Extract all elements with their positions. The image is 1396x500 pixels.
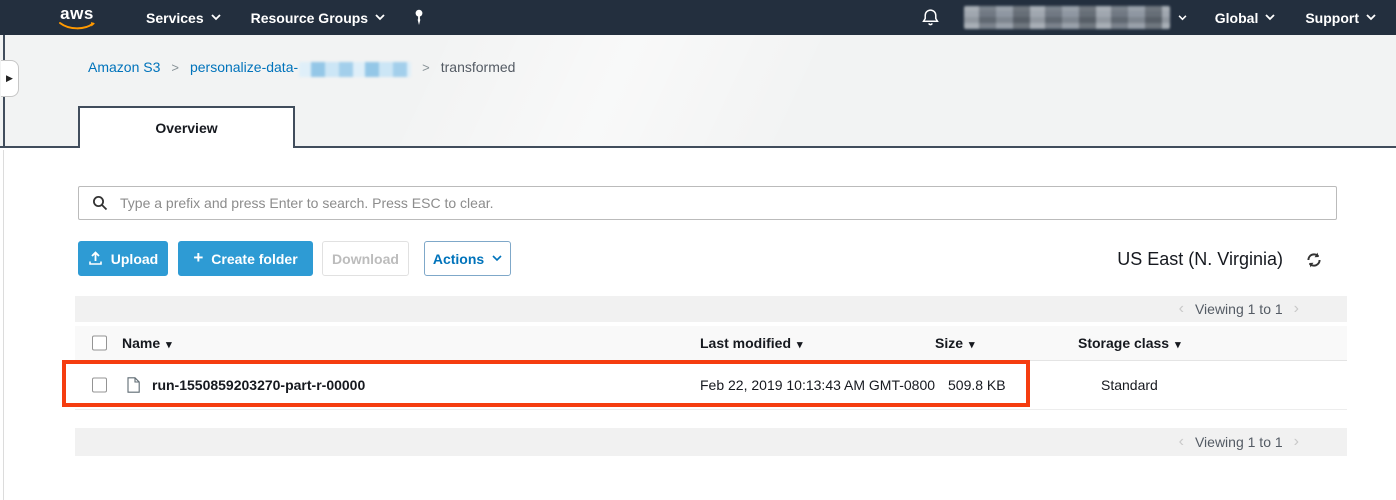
table-row: run-1550859203270-part-r-00000 Feb 22, 2… <box>75 362 1347 407</box>
pagination-top: ‹ Viewing 1 to 1 › <box>75 296 1347 322</box>
sidebar-expand-button[interactable]: ▶ <box>1 60 19 97</box>
actions-dropdown-button[interactable]: Actions <box>424 241 511 276</box>
sort-caret-icon: ▾ <box>797 339 803 351</box>
sort-caret-icon: ▾ <box>166 339 172 351</box>
chevron-down-icon <box>492 255 502 262</box>
object-storage-class: Standard <box>1101 377 1158 393</box>
prefix-search-box <box>78 186 1337 220</box>
chevron-down-icon <box>211 14 221 21</box>
page-header-zone: Amazon S3 > personalize-data- > transfor… <box>0 35 1396 148</box>
aws-logo-text: aws <box>60 6 94 21</box>
breadcrumb-separator: > <box>171 60 179 75</box>
chevron-down-icon <box>375 14 385 21</box>
breadcrumb-bucket[interactable]: personalize-data- <box>190 59 411 75</box>
column-header-last-modified[interactable]: Last modified▾ <box>700 335 803 351</box>
region-label: US East (N. Virginia) <box>1000 249 1283 270</box>
chevron-down-icon <box>1366 14 1376 21</box>
search-input[interactable] <box>120 195 1336 211</box>
search-icon <box>92 195 108 211</box>
nav-resource-groups[interactable]: Resource Groups <box>251 10 385 26</box>
nav-services[interactable]: Services <box>146 10 221 26</box>
bucket-name-redacted <box>299 62 411 77</box>
chevron-down-icon <box>1178 15 1187 21</box>
chevron-down-icon <box>1265 14 1275 21</box>
sort-caret-icon: ▾ <box>969 339 975 351</box>
next-page-chevron[interactable]: › <box>1294 434 1299 450</box>
table-header-row: Name▾ Last modified▾ Size▾ Storage class… <box>75 326 1347 361</box>
column-header-size[interactable]: Size▾ <box>935 335 975 351</box>
top-nav-bar: aws Services Resource Groups <box>0 0 1396 35</box>
column-header-name[interactable]: Name▾ <box>122 335 172 351</box>
file-icon <box>127 377 140 393</box>
refresh-icon <box>1305 251 1323 269</box>
create-folder-button[interactable]: + Create folder <box>178 241 313 276</box>
object-name-link[interactable]: run-1550859203270-part-r-00000 <box>152 377 365 393</box>
next-page-chevron[interactable]: › <box>1294 301 1299 317</box>
upload-button[interactable]: Upload <box>78 241 168 276</box>
aws-logo[interactable]: aws <box>58 6 96 30</box>
object-last-modified: Feb 22, 2019 10:13:43 AM GMT-0800 <box>700 377 935 393</box>
s3-console-page: aws Services Resource Groups <box>0 0 1396 500</box>
pagination-bottom: ‹ Viewing 1 to 1 › <box>75 428 1347 456</box>
breadcrumb-separator: > <box>422 60 430 75</box>
refresh-button[interactable] <box>1305 251 1323 274</box>
nav-region-global[interactable]: Global <box>1215 10 1276 26</box>
tab-overview[interactable]: Overview <box>78 106 295 148</box>
nav-support[interactable]: Support <box>1305 10 1376 26</box>
column-header-storage-class[interactable]: Storage class▾ <box>1078 335 1181 351</box>
breadcrumb-amazon-s3[interactable]: Amazon S3 <box>88 59 160 75</box>
row-divider <box>75 409 1347 410</box>
left-panel-divider <box>3 150 4 500</box>
bell-icon <box>921 8 940 27</box>
pin-icon <box>412 9 426 26</box>
download-button[interactable]: Download <box>322 241 409 276</box>
prev-page-chevron[interactable]: ‹ <box>1179 434 1184 450</box>
upload-icon <box>88 251 103 266</box>
account-name-redacted <box>964 6 1170 29</box>
triangle-right-icon: ▶ <box>6 74 13 83</box>
sort-caret-icon: ▾ <box>1175 339 1181 351</box>
select-all-checkbox[interactable] <box>92 336 107 351</box>
viewing-range-label: Viewing 1 to 1 <box>1195 301 1283 317</box>
account-menu[interactable] <box>964 6 1187 29</box>
row-checkbox[interactable] <box>92 377 107 392</box>
aws-smile-icon <box>58 21 96 30</box>
breadcrumb-current-folder: transformed <box>441 59 516 75</box>
pin-shortcut-button[interactable] <box>412 9 426 26</box>
breadcrumb: Amazon S3 > personalize-data- > transfor… <box>88 59 515 75</box>
prev-page-chevron[interactable]: ‹ <box>1179 301 1184 317</box>
nav-right-group: Global Support <box>921 6 1376 29</box>
notifications-button[interactable] <box>921 8 940 27</box>
object-size: 509.8 KB <box>948 377 1006 393</box>
viewing-range-label: Viewing 1 to 1 <box>1195 434 1283 450</box>
plus-icon: + <box>193 249 203 266</box>
